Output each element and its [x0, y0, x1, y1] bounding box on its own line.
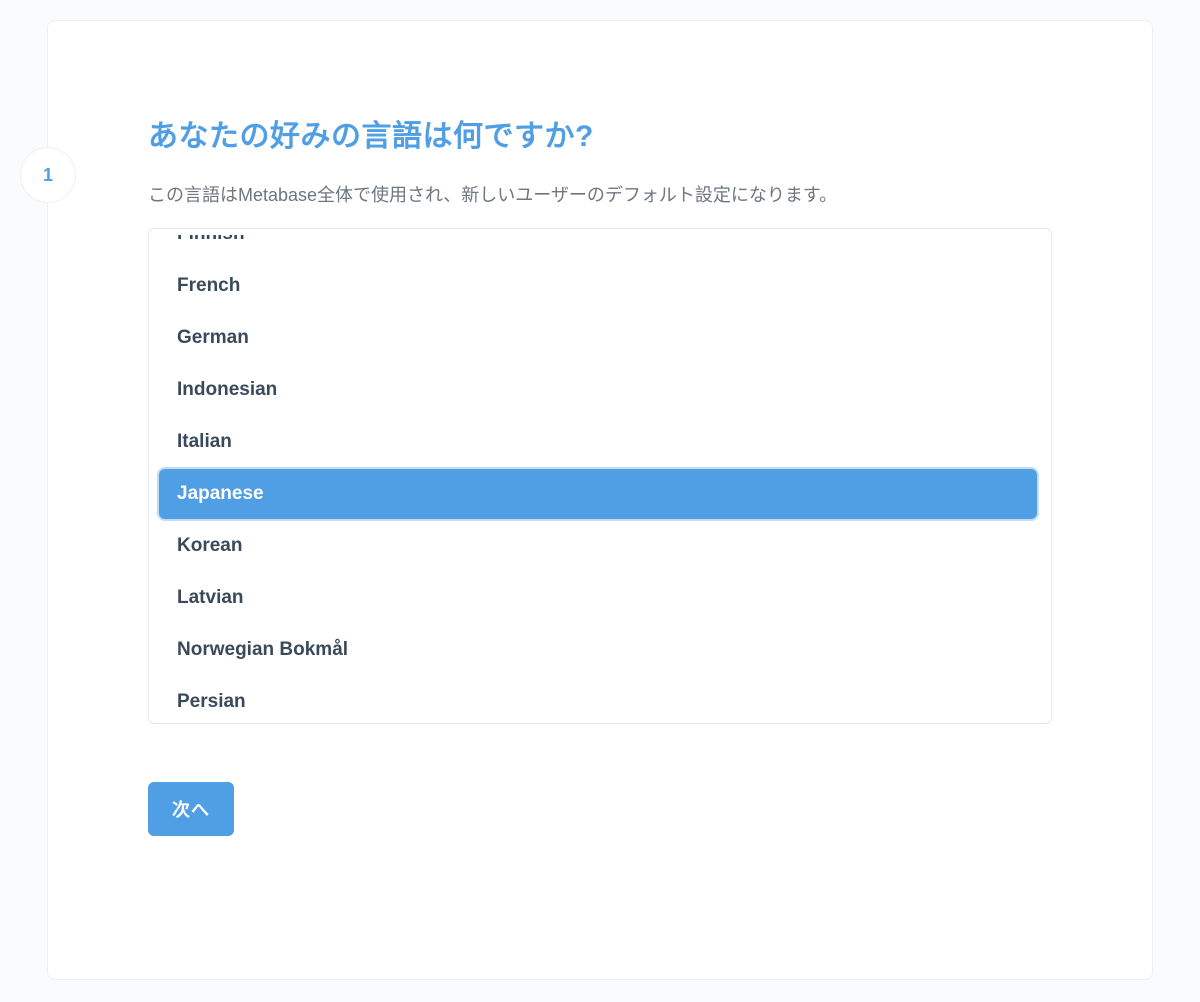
language-option[interactable]: Finnish: [159, 235, 1037, 259]
language-option[interactable]: German: [159, 313, 1037, 363]
language-option[interactable]: Indonesian: [159, 365, 1037, 415]
setup-step-card: 1 あなたの好みの言語は何ですか? この言語はMetabase全体で使用され、新…: [47, 20, 1153, 980]
language-option[interactable]: Persian: [159, 677, 1037, 717]
step-description: この言語はMetabase全体で使用され、新しいユーザーのデフォルト設定になりま…: [148, 181, 1052, 210]
language-option-label: Korean: [177, 535, 242, 556]
language-list[interactable]: Finnish French German Indonesian Italian Japa…: [155, 235, 1045, 717]
language-option[interactable]: Latvian: [159, 573, 1037, 623]
language-option[interactable]: Norwegian Bokmål: [159, 625, 1037, 675]
language-option-label: Norwegian Bokmål: [177, 639, 348, 660]
language-option-label: German: [177, 327, 249, 348]
language-option[interactable]: Japanese: [159, 469, 1037, 519]
next-button[interactable]: 次へ: [148, 782, 234, 836]
language-option[interactable]: Italian: [159, 417, 1037, 467]
language-option-label: Finnish: [177, 235, 245, 244]
language-option-label: Italian: [177, 431, 232, 452]
language-option-label: Persian: [177, 691, 246, 712]
step-number: 1: [43, 165, 53, 186]
language-option-label: French: [177, 275, 240, 296]
step-title: あなたの好みの言語は何ですか?: [148, 111, 1052, 155]
step-number-badge: 1: [20, 147, 76, 203]
language-option-label: Japanese: [177, 483, 264, 504]
language-option-label: Latvian: [177, 587, 244, 608]
language-option[interactable]: Korean: [159, 521, 1037, 571]
language-list-container: Finnish French German Indonesian Italian Japa…: [148, 228, 1052, 724]
language-option-label: Indonesian: [177, 379, 277, 400]
language-option[interactable]: French: [159, 261, 1037, 311]
